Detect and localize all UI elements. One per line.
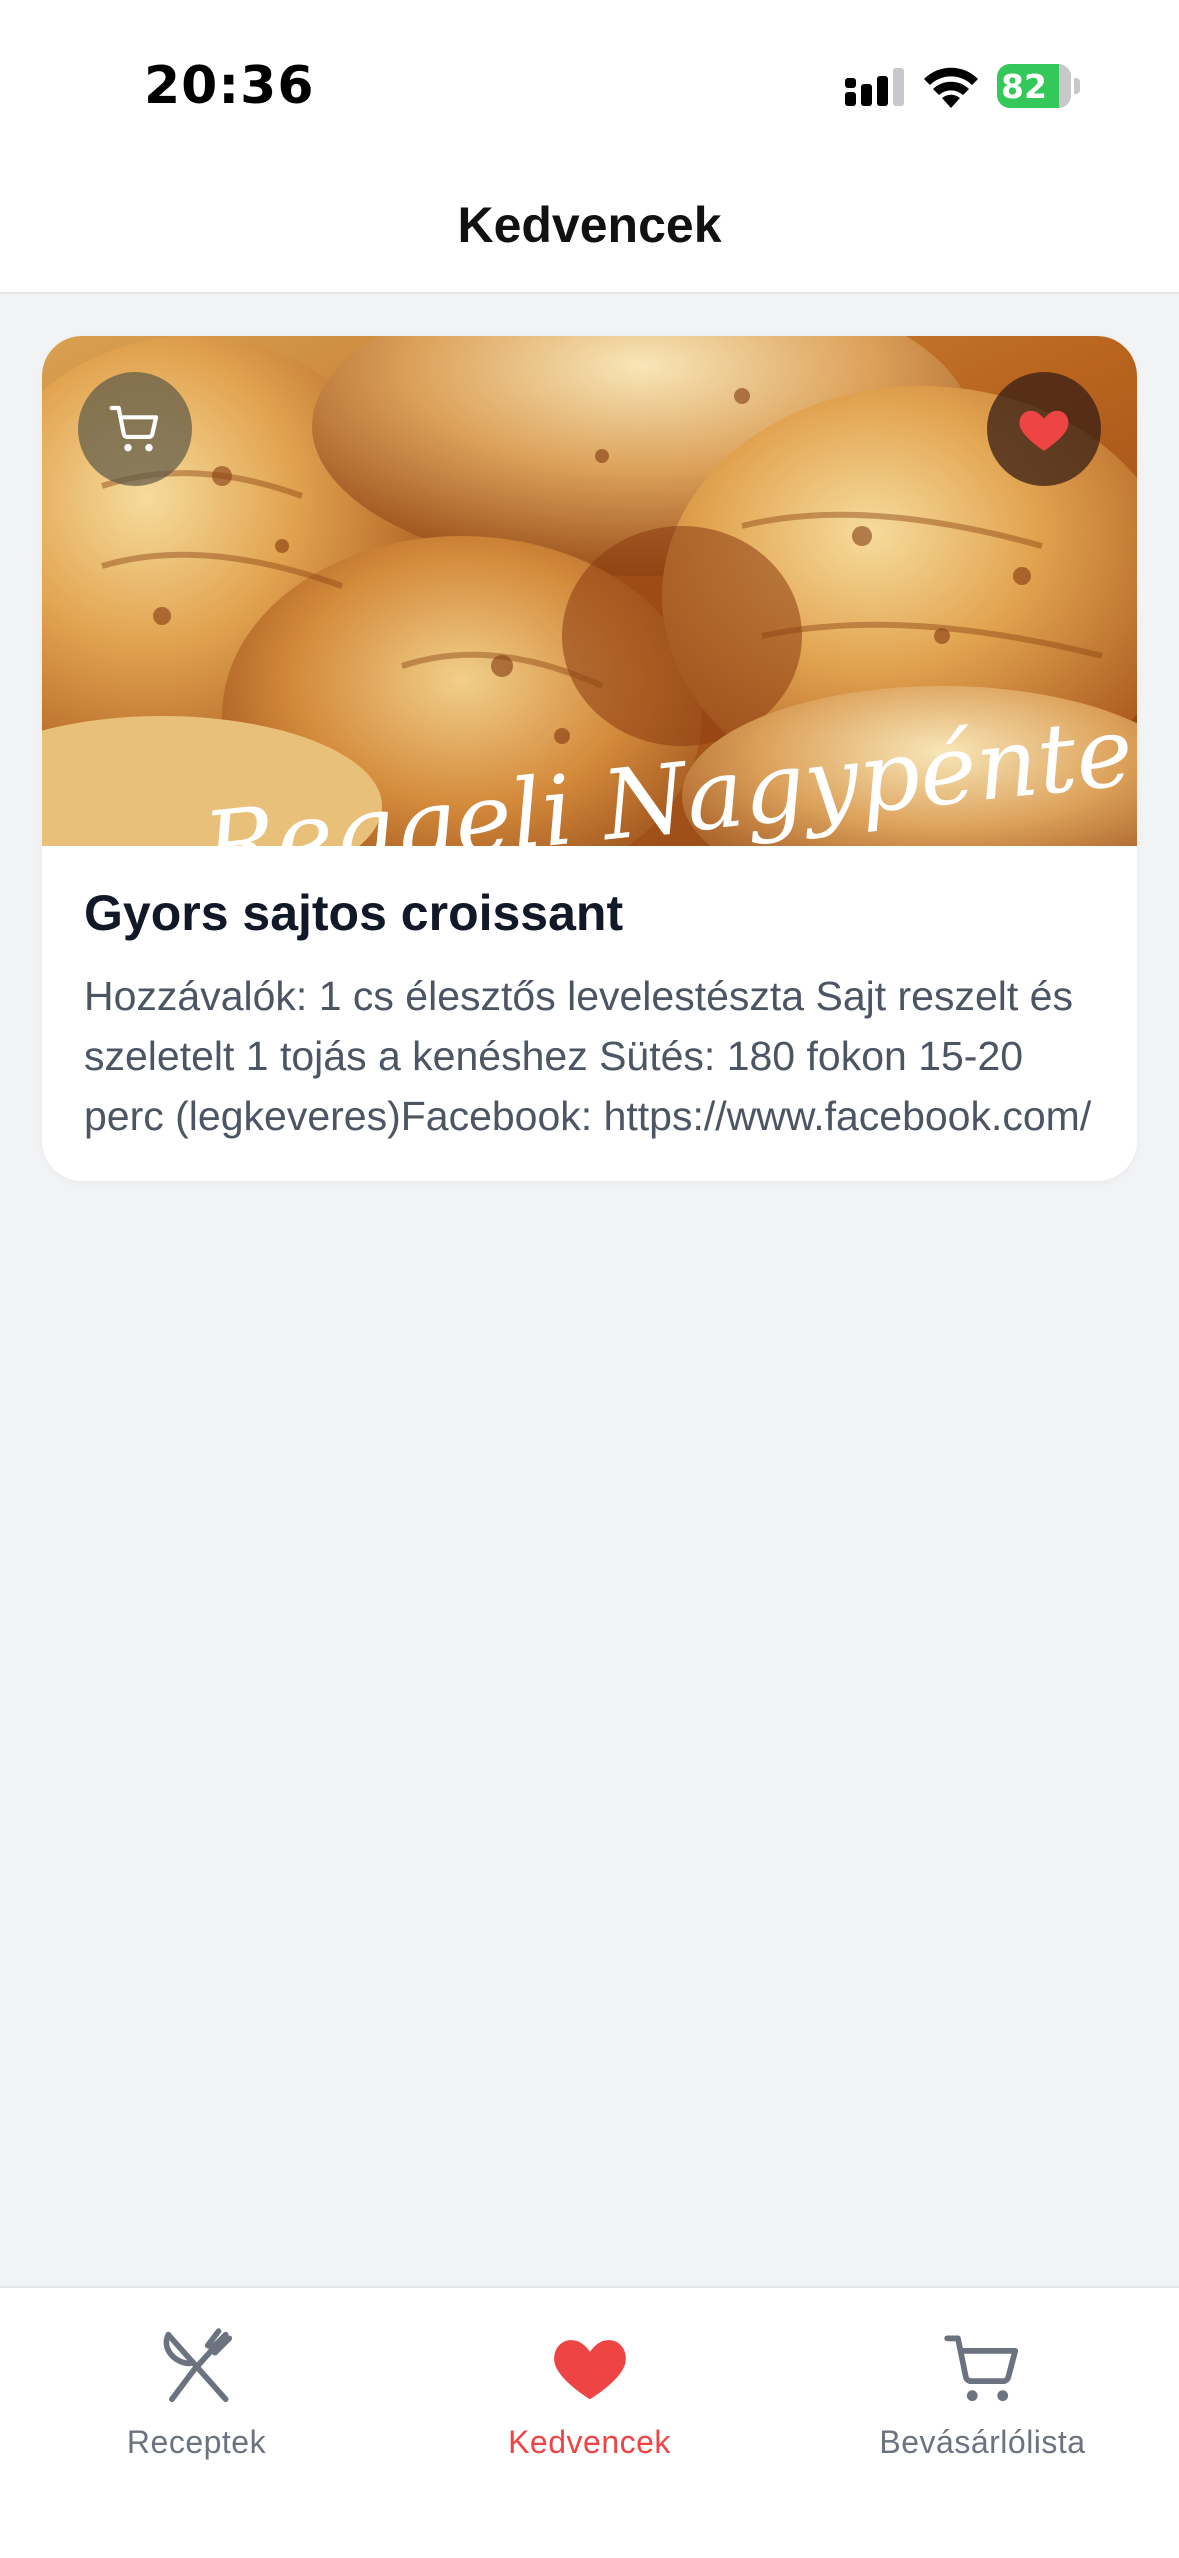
heart-icon — [1019, 410, 1069, 451]
tab-bevasarlolista[interactable]: Bevásárlólista — [786, 2324, 1179, 2474]
tab-label: Bevásárlólista — [879, 2424, 1086, 2460]
wifi-icon — [924, 67, 978, 108]
favorite-button[interactable] — [987, 372, 1101, 486]
recipe-card[interactable]: Reggeli Nagypénteken Gyors sajtos croiss… — [42, 336, 1137, 1181]
nav-divider — [0, 292, 1179, 294]
add-to-cart-button[interactable] — [78, 372, 192, 486]
tab-label: Receptek — [126, 2424, 267, 2460]
heart-icon — [554, 2340, 626, 2400]
recipe-description: Hozzávalók: 1 cs élesztős levelestészta … — [84, 973, 1092, 1139]
cellular-signal-icon — [845, 68, 904, 106]
tab-bar: Receptek Kedvencek Bevásárlólista — [0, 2286, 1179, 2558]
tab-receptek[interactable]: Receptek — [0, 2324, 393, 2474]
page-title: Kedvencek — [457, 197, 722, 253]
tab-kedvencek[interactable]: Kedvencek — [393, 2324, 786, 2474]
cart-icon — [944, 2335, 1019, 2402]
croissant-photo: Reggeli Nagypénteken — [42, 336, 1137, 846]
tab-label: Kedvencek — [508, 2424, 671, 2460]
recipe-image[interactable]: Reggeli Nagypénteken — [42, 336, 1137, 846]
recipe-title: Gyors sajtos croissant — [84, 885, 624, 941]
status-time: 20:36 — [144, 56, 315, 116]
battery-level: 82 — [1001, 67, 1047, 106]
cart-icon — [109, 405, 159, 452]
status-bar: 20:36 82 — [0, 0, 1179, 172]
fork-knife-icon — [163, 2328, 233, 2403]
battery-icon: 82 — [997, 64, 1081, 108]
